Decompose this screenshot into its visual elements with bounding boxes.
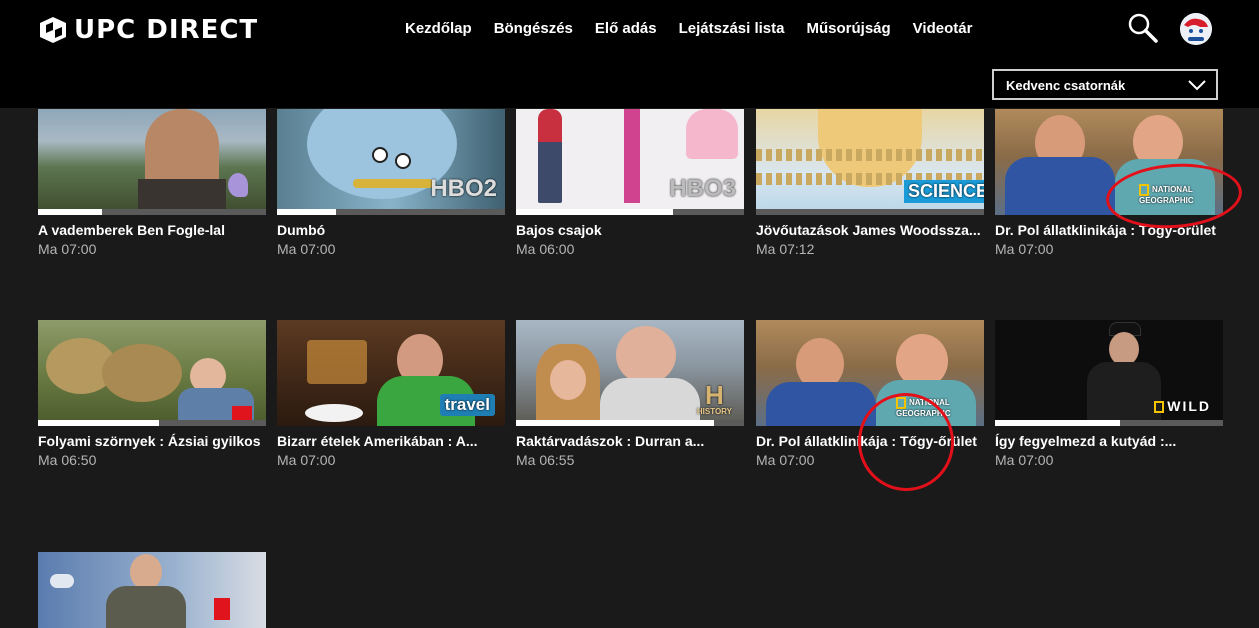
program-title: Bajos csajok: [516, 222, 602, 238]
history-logo-icon: H: [705, 380, 724, 410]
program-thumbnail: NATIONAL GEOGRAPHIC: [756, 320, 984, 426]
watch-progress: [38, 209, 266, 215]
main-nav: Kezdőlap Böngészés Elő adás Lejátszási l…: [405, 20, 994, 37]
program-card[interactable]: travel Bizarr ételek Amerikában : A... M…: [277, 320, 505, 469]
program-time: Ma 07:00: [277, 241, 336, 257]
channel-logo: SCIENCE: [904, 180, 984, 203]
nav-videostore[interactable]: Videotár: [913, 20, 973, 37]
program-card[interactable]: HBO3 Bajos csajok Ma 06:00: [516, 109, 744, 258]
program-thumbnail: WILD: [995, 320, 1223, 426]
program-thumbnail: [38, 552, 266, 628]
program-time: Ma 07:00: [995, 452, 1054, 468]
program-title: Raktárvadászok : Durran a...: [516, 433, 705, 449]
channel-logo: NATIONAL GEOGRAPHIC: [896, 397, 976, 418]
program-card[interactable]: Folyami szörnyek : Ázsiai gyilkos Ma 06:…: [38, 320, 266, 469]
avatar-icon: [1180, 13, 1212, 45]
dropdown-value: Kedvenc csatornák: [1006, 78, 1126, 93]
top-bar: UPC DIRECT Kezdőlap Böngészés Elő adás L…: [0, 0, 1259, 108]
channel-logo: travel: [439, 394, 495, 416]
channel-logo: WILD: [1154, 398, 1211, 414]
watch-progress: [756, 209, 984, 215]
program-thumbnail: SCIENCE: [756, 109, 984, 215]
logo-text: UPC DIRECT: [74, 15, 259, 45]
program-title: Folyami szörnyek : Ázsiai gyilkos: [38, 433, 261, 449]
program-title: Dr. Pol állatklinikája : Tőgy-őrület: [756, 433, 977, 449]
program-card[interactable]: NATIONAL GEOGRAPHIC Dr. Pol állatkliniká…: [756, 320, 984, 469]
channel-logo: HBO2: [430, 175, 497, 202]
upc-direct-logo[interactable]: UPC DIRECT: [38, 14, 258, 46]
program-thumbnail: HBO2: [277, 109, 505, 215]
program-card[interactable]: SCIENCE Jövőutazások James Woodssza... M…: [756, 109, 984, 258]
channel-logo: NATIONAL GEOGRAPHIC: [1139, 184, 1209, 205]
nav-home[interactable]: Kezdőlap: [405, 20, 472, 37]
program-time: Ma 06:55: [516, 452, 575, 468]
program-card[interactable]: WILD Így fegyelmezd a kutyád :... Ma 07:…: [995, 320, 1223, 469]
natgeo-logo-icon: [1139, 184, 1149, 196]
program-thumbnail: travel: [277, 320, 505, 426]
program-thumbnail: [38, 109, 266, 215]
watch-progress: [38, 420, 266, 426]
program-thumbnail: [38, 320, 266, 426]
program-thumbnail: HBO3: [516, 109, 744, 215]
channel-name: WILD: [1167, 398, 1211, 414]
program-card[interactable]: H HISTORY Raktárvadászok : Durran a... Ma…: [516, 320, 744, 469]
program-card[interactable]: [38, 552, 266, 628]
program-thumbnail: NATIONAL GEOGRAPHIC: [995, 109, 1223, 215]
program-title: Jövőutazások James Woodssza...: [756, 222, 981, 238]
nav-live[interactable]: Elő adás: [595, 20, 657, 37]
channel-logo: H HISTORY: [696, 380, 732, 416]
program-card[interactable]: HBO2 Dumbó Ma 07:00: [277, 109, 505, 258]
program-time: Ma 07:00: [756, 452, 815, 468]
program-time: Ma 07:00: [38, 241, 97, 257]
program-time: Ma 07:00: [995, 241, 1054, 257]
watch-progress: [277, 209, 505, 215]
program-title: A vademberek Ben Fogle-lal: [38, 222, 225, 238]
upc-logo-icon: [40, 17, 66, 43]
watch-progress: [516, 420, 744, 426]
program-card[interactable]: NATIONAL GEOGRAPHIC Dr. Pol állatkliniká…: [995, 109, 1223, 258]
program-title: Így fegyelmezd a kutyád :...: [995, 433, 1177, 449]
search-icon[interactable]: [1127, 12, 1159, 44]
channel-logo: HBO3: [669, 175, 736, 202]
watch-progress: [995, 420, 1223, 426]
program-title: Bizarr ételek Amerikában : A...: [277, 433, 478, 449]
natgeo-logo-icon: [1154, 401, 1165, 414]
channel-name: HISTORY: [696, 407, 732, 416]
program-thumbnail: H HISTORY: [516, 320, 744, 426]
nav-browse[interactable]: Böngészés: [494, 20, 573, 37]
program-time: Ma 06:00: [516, 241, 575, 257]
program-title: Dumbó: [277, 222, 326, 238]
chevron-down-icon: [1188, 80, 1206, 91]
profile-avatar[interactable]: [1180, 13, 1212, 45]
nav-guide[interactable]: Műsorújság: [806, 20, 890, 37]
program-title: Dr. Pol állatklinikája : Tőgy-őrület: [995, 222, 1216, 238]
nav-playlist[interactable]: Lejátszási lista: [679, 20, 785, 37]
program-time: Ma 07:12: [756, 241, 815, 257]
channel-filter-dropdown[interactable]: Kedvenc csatornák: [992, 69, 1218, 100]
program-time: Ma 06:50: [38, 452, 97, 468]
natgeo-logo-icon: [896, 397, 906, 409]
program-time: Ma 07:00: [277, 452, 336, 468]
watch-progress: [516, 209, 744, 215]
program-card[interactable]: A vademberek Ben Fogle-lal Ma 07:00: [38, 109, 266, 258]
